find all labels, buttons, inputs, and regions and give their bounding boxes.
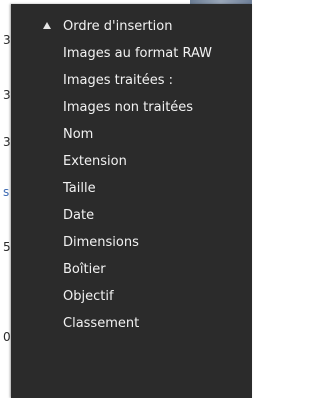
- background-text-fragment: 3: [3, 135, 11, 149]
- menu-item-date[interactable]: Date: [11, 202, 252, 228]
- menu-item-images-non-traitees[interactable]: Images non traitées: [11, 94, 252, 120]
- menu-item-label: Taille: [63, 180, 96, 196]
- menu-item-label: Images traitées :: [63, 72, 174, 88]
- menu-item-boitier[interactable]: Boîtier: [11, 256, 252, 282]
- menu-item-label: Extension: [63, 153, 127, 169]
- sort-ascending-icon: [43, 22, 51, 29]
- menu-item-label: Objectif: [63, 288, 114, 304]
- menu-item-label: Nom: [63, 126, 94, 142]
- menu-item-extension[interactable]: Extension: [11, 148, 252, 174]
- background-text-fragment: 5: [3, 240, 11, 254]
- background-text-fragment: 3: [3, 33, 11, 47]
- menu-item-ordre-insertion[interactable]: Ordre d'insertion: [11, 13, 252, 39]
- menu-item-label: Images au format RAW: [63, 45, 213, 61]
- menu-item-label: Dimensions: [63, 234, 139, 250]
- menu-item-classement[interactable]: Classement: [11, 310, 252, 336]
- menu-item-images-raw[interactable]: Images au format RAW: [11, 40, 252, 66]
- menu-item-objectif[interactable]: Objectif: [11, 283, 252, 309]
- menu-item-label: Boîtier: [63, 261, 106, 277]
- screen: 3 3 3 s 5 0 Ordre d'insertion Images au …: [0, 0, 252, 398]
- menu-item-taille[interactable]: Taille: [11, 175, 252, 201]
- menu-item-nom[interactable]: Nom: [11, 121, 252, 147]
- menu-item-label: Ordre d'insertion: [63, 18, 173, 34]
- menu-item-label: Classement: [63, 315, 140, 331]
- menu-item-images-traitees[interactable]: Images traitées :: [11, 67, 252, 93]
- background-text-fragment: 3: [3, 88, 11, 102]
- sort-order-menu: Ordre d'insertion Images au format RAW I…: [11, 4, 252, 398]
- menu-item-label: Date: [63, 207, 95, 223]
- background-link-fragment: s: [3, 185, 10, 199]
- background-text-fragment: 0: [3, 330, 11, 344]
- menu-item-dimensions[interactable]: Dimensions: [11, 229, 252, 255]
- menu-item-label: Images non traitées: [63, 99, 194, 115]
